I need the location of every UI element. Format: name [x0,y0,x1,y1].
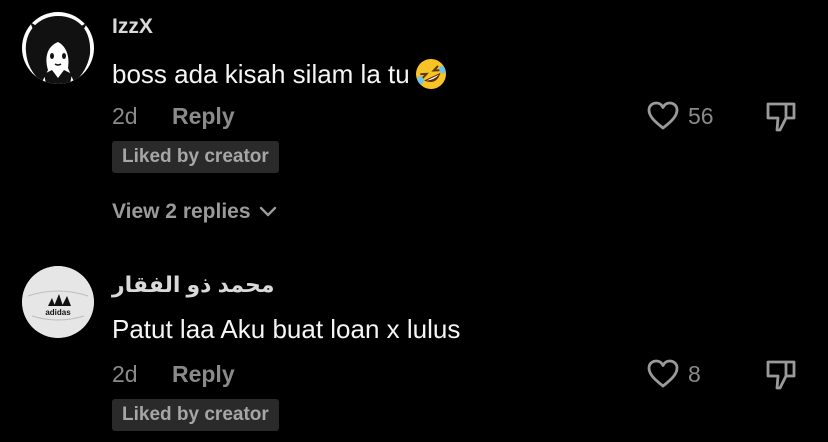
comment-text: boss ada kisah silam la tu [112,57,448,91]
reply-button[interactable]: Reply [172,103,235,129]
like-button[interactable]: 8 [646,358,701,390]
comment-age: 2d [112,361,138,387]
dislike-icon[interactable] [764,358,798,392]
adidas-ball-icon: adidas [22,266,94,338]
heart-icon [647,101,679,130]
avatar[interactable] [22,12,94,84]
liked-by-creator-badge: Liked by creator [112,399,279,431]
anime-avatar-icon [22,12,94,84]
reply-button[interactable]: Reply [172,361,235,387]
like-button[interactable]: 56 [646,100,714,132]
comment-meta: 2d Reply [112,361,235,388]
like-count: 8 [688,360,701,387]
comment-item: adidas محمد ذو الفقار Patut laa Aku buat… [0,258,828,442]
comment-text-body: boss ada kisah silam la tu [112,58,410,89]
svg-text:adidas: adidas [45,308,71,317]
heart-icon [647,359,679,388]
comment-item: IzzX boss ada kisah silam la tu 2d Reply… [0,0,828,258]
rolling-laughing-emoji-icon [415,59,446,89]
avatar[interactable]: adidas [22,266,94,338]
username[interactable]: محمد ذو الفقار [112,272,275,298]
like-count: 56 [688,102,714,129]
comment-meta: 2d Reply [112,103,235,130]
view-replies-button[interactable]: View 2 replies [112,200,277,224]
comment-age: 2d [112,103,138,129]
username[interactable]: IzzX [112,15,153,39]
comment-text: Patut laa Aku buat loan x lulus [112,314,461,344]
view-replies-label: View 2 replies [112,200,251,223]
chevron-down-icon [259,206,276,217]
dislike-icon[interactable] [764,100,798,134]
liked-by-creator-badge: Liked by creator [112,141,279,173]
